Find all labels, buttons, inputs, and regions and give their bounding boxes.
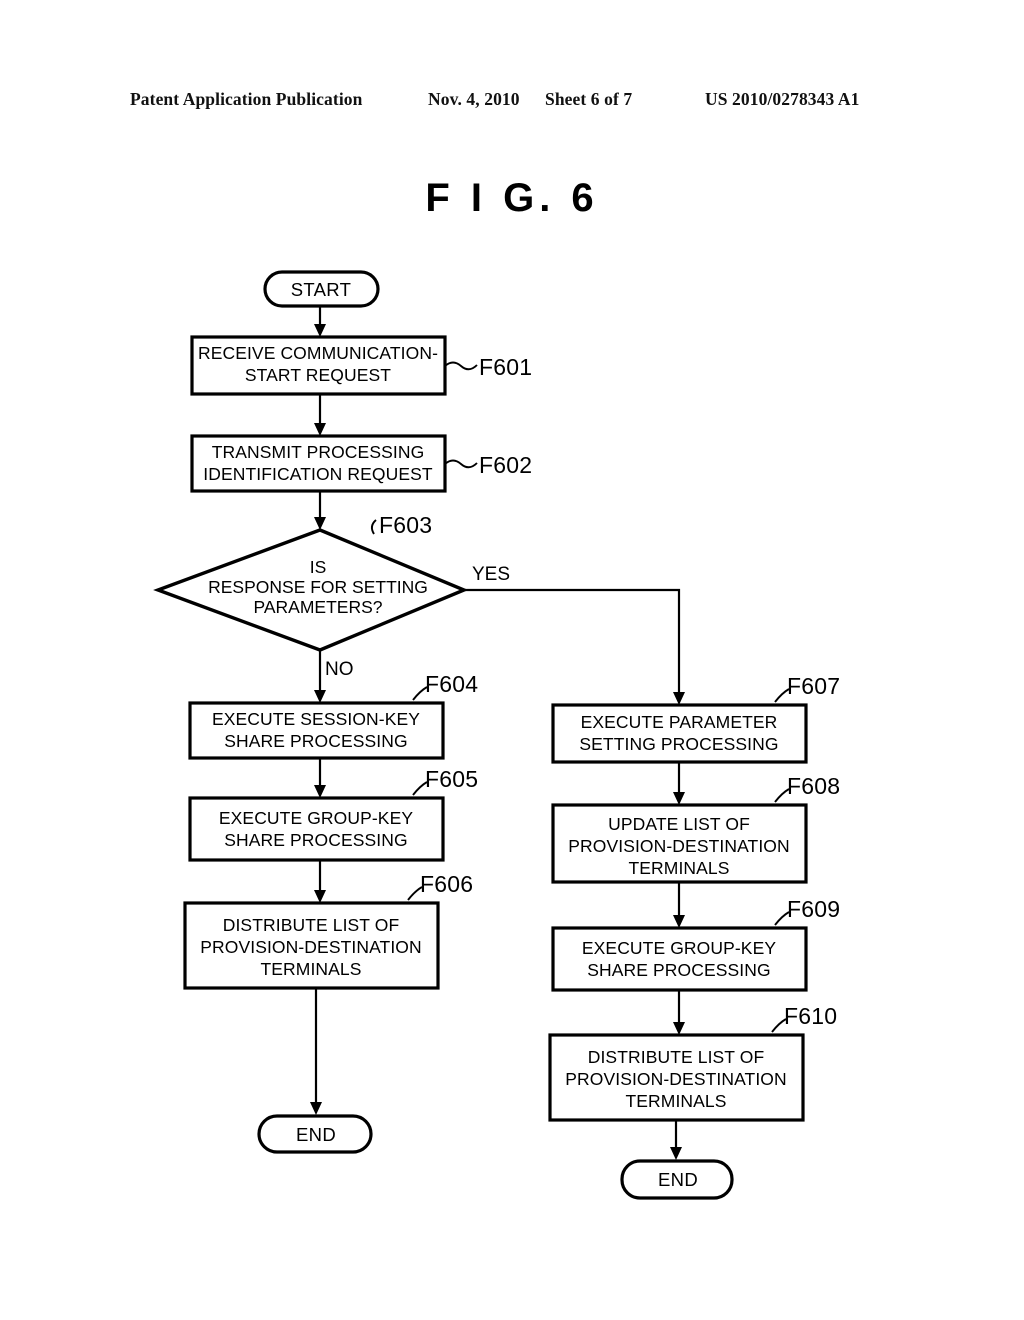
- f604-line2: SHARE PROCESSING: [224, 731, 407, 751]
- node-start[interactable]: START: [263, 270, 380, 308]
- f610-line2: PROVISION-DESTINATION: [565, 1069, 787, 1089]
- f601-leader-line: [444, 361, 478, 371]
- f603-step-label: F603: [379, 512, 432, 538]
- node-f604[interactable]: EXECUTE SESSION-KEY SHARE PROCESSING F60…: [188, 671, 478, 760]
- flowchart-diagram: START RECEIVE COMMUNICATION- START REQUE…: [153, 270, 840, 1200]
- f603-line2: RESPONSE FOR SETTING: [208, 577, 428, 597]
- node-f607[interactable]: EXECUTE PARAMETER SETTING PROCESSING F60…: [551, 673, 840, 764]
- f602-step-label: F602: [479, 452, 532, 478]
- node-f608[interactable]: UPDATE LIST OF PROVISION-DESTINATION TER…: [551, 773, 840, 884]
- node-f605[interactable]: EXECUTE GROUP-KEY SHARE PROCESSING F605: [188, 766, 478, 862]
- f607-step-label: F607: [787, 673, 840, 699]
- f601-line2: START REQUEST: [245, 365, 391, 385]
- f601-step-label: F601: [479, 354, 532, 380]
- node-f603-decision[interactable]: IS RESPONSE FOR SETTING PARAMETERS? F603…: [153, 512, 510, 680]
- f609-step-label: F609: [787, 896, 840, 922]
- arrowhead-f601-f602: [314, 423, 326, 436]
- f608-line2: PROVISION-DESTINATION: [568, 836, 790, 856]
- f605-line1: EXECUTE GROUP-KEY: [219, 808, 413, 828]
- arrowhead-f608-f609: [673, 915, 685, 928]
- arrowhead-f607-f608: [673, 792, 685, 805]
- arrowhead-f606-end: [310, 1102, 322, 1115]
- f608-line1: UPDATE LIST OF: [608, 814, 750, 834]
- f606-line2: PROVISION-DESTINATION: [200, 937, 422, 957]
- arrowhead-f609-f610: [673, 1022, 685, 1035]
- node-f609[interactable]: EXECUTE GROUP-KEY SHARE PROCESSING F609: [551, 896, 840, 992]
- f602-leader-line: [444, 459, 478, 469]
- f603-line3: PARAMETERS?: [253, 597, 382, 617]
- f606-step-label: F606: [420, 871, 473, 897]
- f602-line1: TRANSMIT PROCESSING: [212, 442, 425, 462]
- node-end-right[interactable]: END: [620, 1159, 734, 1200]
- node-f606[interactable]: DISTRIBUTE LIST OF PROVISION-DESTINATION…: [183, 871, 473, 990]
- end-right-label: END: [658, 1169, 698, 1190]
- branch-label-no: NO: [325, 659, 354, 680]
- node-f610[interactable]: DISTRIBUTE LIST OF PROVISION-DESTINATION…: [548, 1003, 837, 1122]
- arrowhead-f602-f603: [314, 517, 326, 530]
- f607-line1: EXECUTE PARAMETER: [581, 712, 778, 732]
- arrowhead-f603-f607: [673, 692, 685, 705]
- node-f601[interactable]: RECEIVE COMMUNICATION- START REQUEST F60…: [190, 335, 532, 396]
- f603-leader-line: [370, 519, 377, 535]
- start-label: START: [291, 279, 351, 300]
- node-end-left[interactable]: END: [257, 1114, 373, 1154]
- arrowhead-f605-f606: [314, 890, 326, 903]
- arrowhead-f610-end: [670, 1147, 682, 1160]
- connector-f603-yes-to-f607: [464, 588, 681, 697]
- arrowhead-f603-f604: [314, 690, 326, 703]
- f608-step-label: F608: [787, 773, 840, 799]
- f609-line2: SHARE PROCESSING: [587, 960, 770, 980]
- f605-line2: SHARE PROCESSING: [224, 830, 407, 850]
- f604-step-label: F604: [425, 671, 478, 697]
- f609-line1: EXECUTE GROUP-KEY: [582, 938, 776, 958]
- f608-line3: TERMINALS: [628, 858, 729, 878]
- f604-line1: EXECUTE SESSION-KEY: [212, 709, 420, 729]
- f603-line1: IS: [310, 557, 327, 577]
- f606-line1: DISTRIBUTE LIST OF: [223, 915, 400, 935]
- f610-line3: TERMINALS: [625, 1091, 726, 1111]
- f601-line1: RECEIVE COMMUNICATION-: [198, 343, 438, 363]
- node-f602[interactable]: TRANSMIT PROCESSING IDENTIFICATION REQUE…: [190, 434, 532, 493]
- f610-step-label: F610: [784, 1003, 837, 1029]
- f606-line3: TERMINALS: [260, 959, 361, 979]
- end-left-label: END: [296, 1124, 336, 1145]
- f607-line2: SETTING PROCESSING: [579, 734, 778, 754]
- arrowhead-f604-f605: [314, 785, 326, 798]
- arrowhead-start-f601: [314, 324, 326, 337]
- f610-line1: DISTRIBUTE LIST OF: [588, 1047, 765, 1067]
- f605-step-label: F605: [425, 766, 478, 792]
- f602-line2: IDENTIFICATION REQUEST: [203, 464, 433, 484]
- branch-label-yes: YES: [472, 564, 510, 585]
